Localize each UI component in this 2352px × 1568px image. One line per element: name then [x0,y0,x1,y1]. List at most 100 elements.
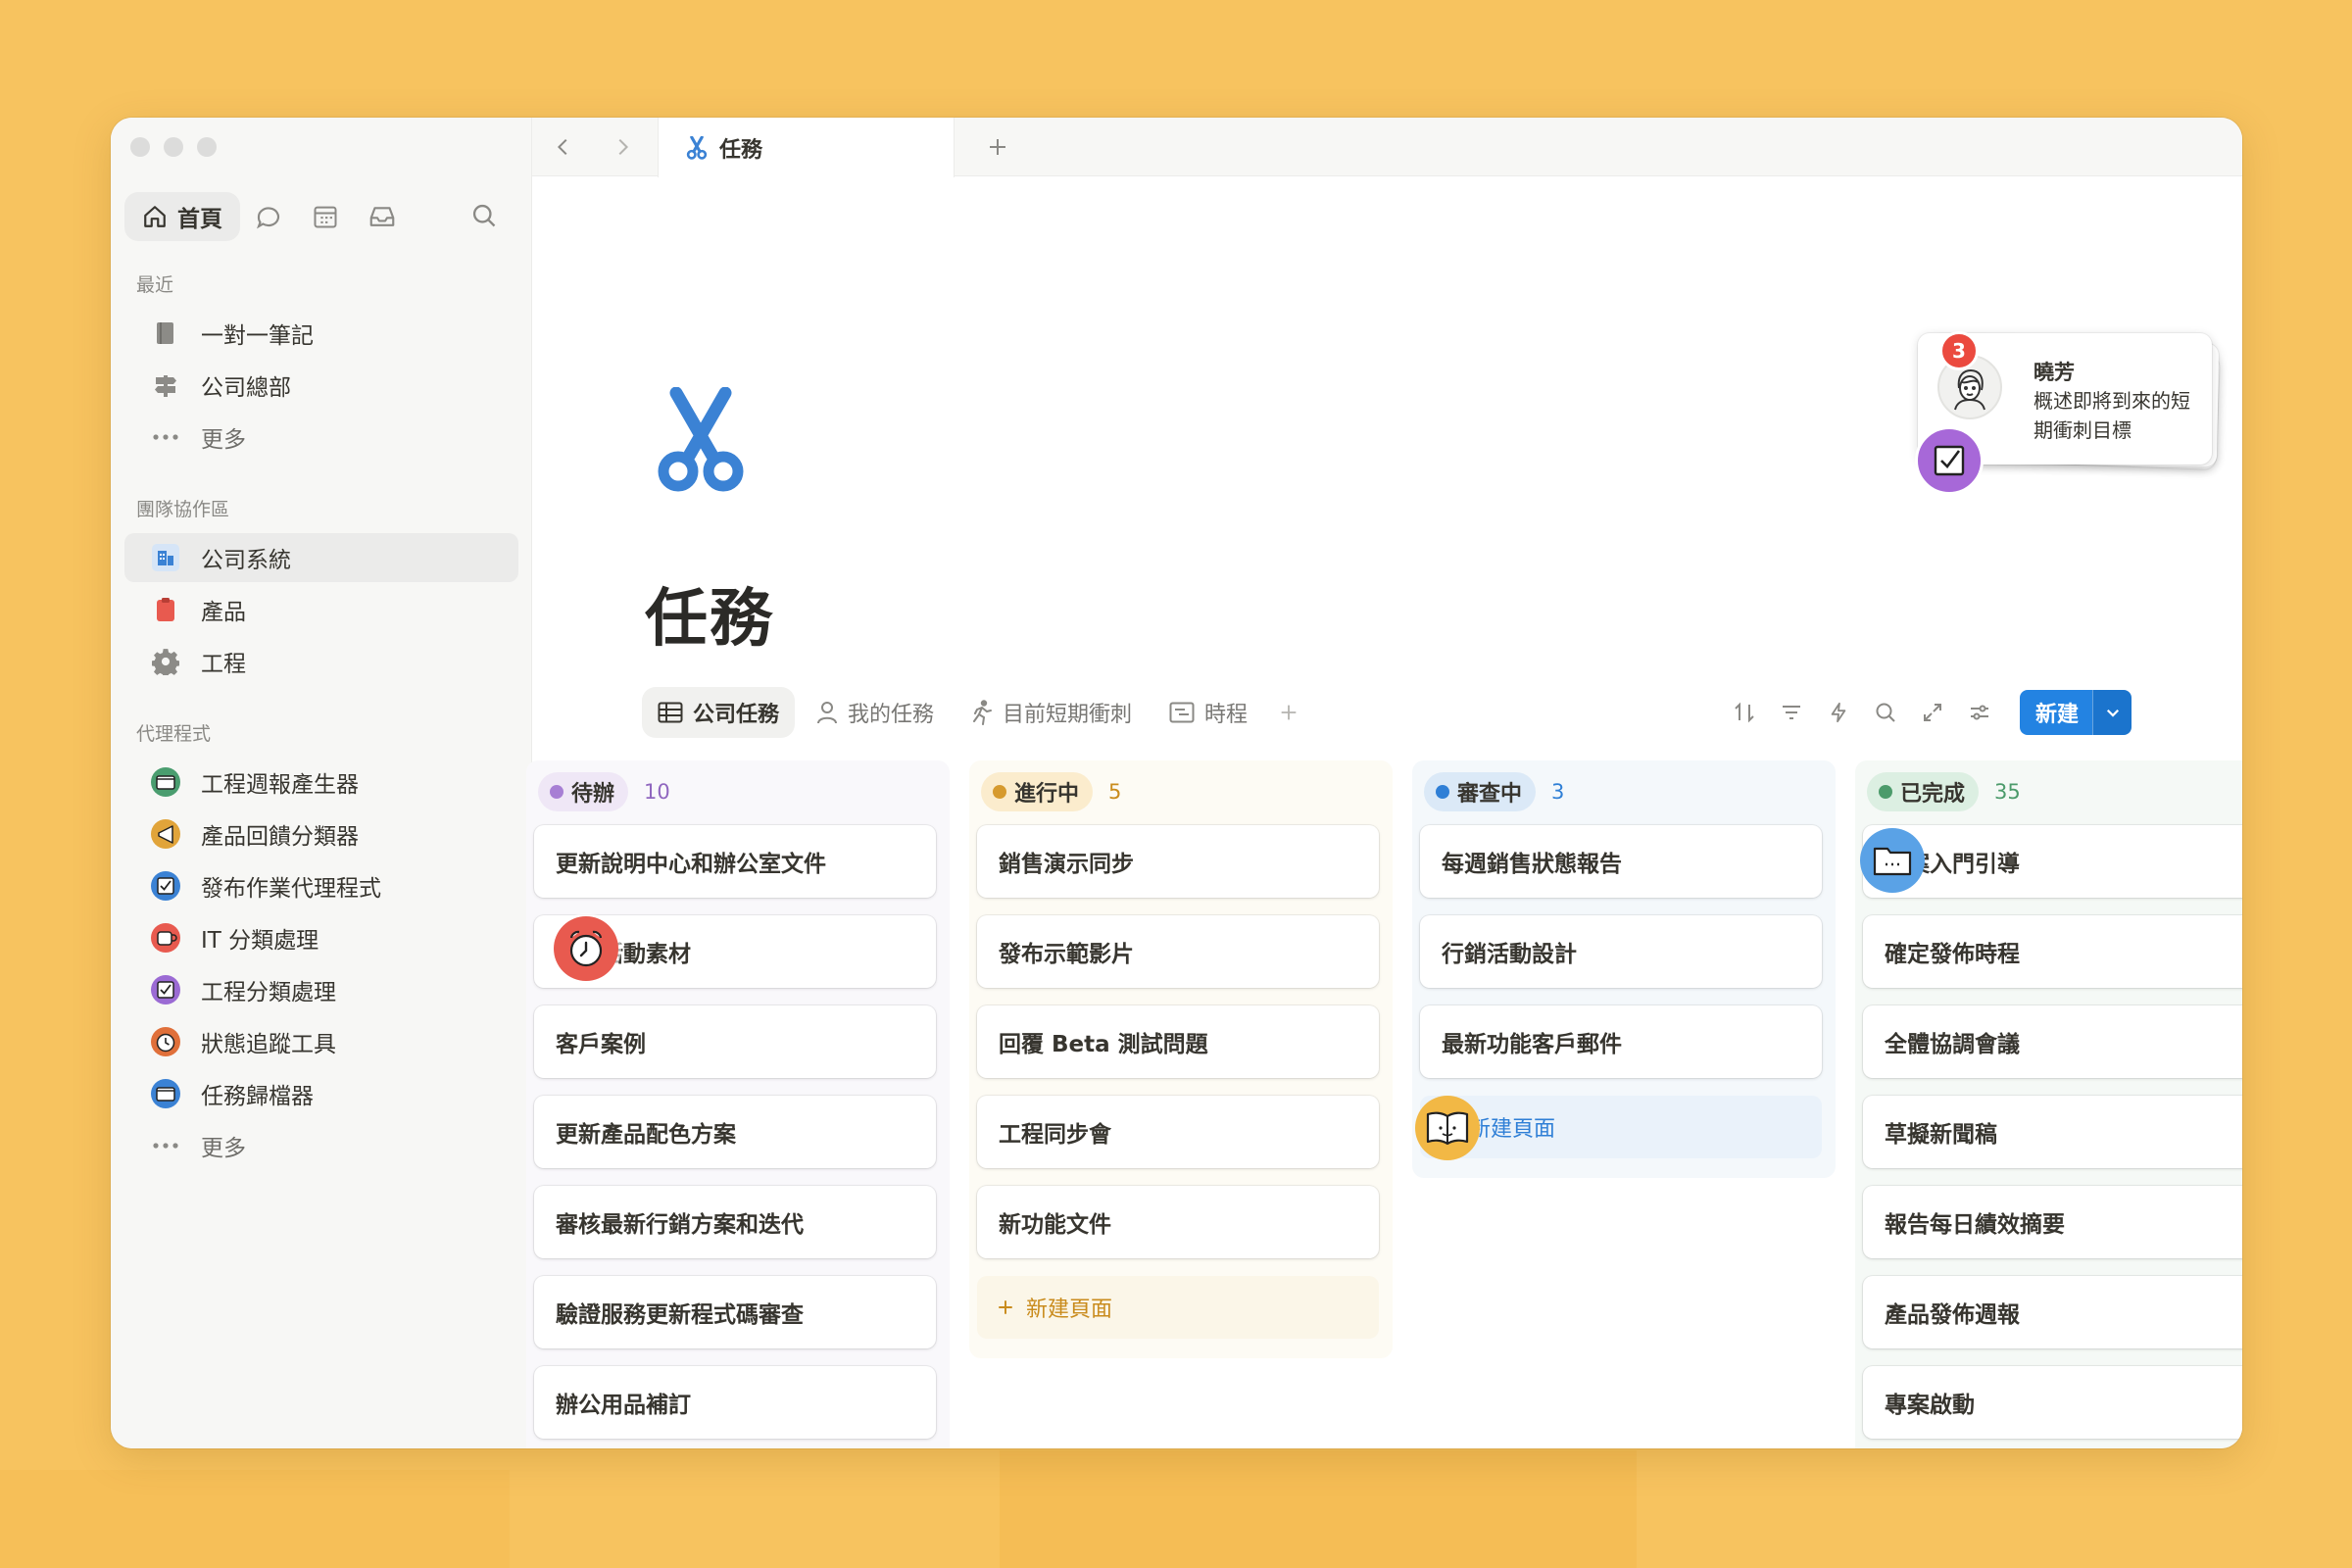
board-column: 進行中 5 銷售演示同步 發布示範影片回覆 Beta 測試問題工程同步會新功能文件新建… [969,760,1393,1358]
plus-icon [1281,705,1297,720]
forward-button[interactable] [603,127,642,167]
calendar-button[interactable] [297,192,354,241]
task-card[interactable]: 更新產品配色方案 [534,1096,936,1168]
home-button[interactable]: 首頁 [124,192,240,241]
sidebar-item-label: IT 分類處理 [201,928,319,954]
settings-button[interactable] [1963,690,1996,735]
ellipsis-icon [150,1130,181,1161]
column-count: 3 [1551,780,1565,804]
task-card[interactable]: 每週銷售狀態報告 [1420,825,1822,898]
sidebar-item-status-tracker[interactable]: 狀態追蹤工具 [124,1017,518,1066]
status-pill: 審查中 [1424,772,1537,811]
sidebar-item-label: 產品 [201,600,246,625]
column-header[interactable]: 進行中 5 [981,772,1121,811]
close-window-button[interactable] [130,137,150,157]
search-icon [472,204,496,227]
timeline-icon [1169,702,1195,723]
sidebar-item-one-on-one[interactable]: 一對一筆記 [124,309,518,358]
sidebar-search-button[interactable] [460,191,509,240]
add-view-button[interactable] [1269,687,1308,738]
sidebar-item-feedback-classifier[interactable]: 產品回饋分類器 [124,809,518,858]
zoom-window-button[interactable] [197,137,217,157]
new-tab-button[interactable] [978,127,1017,167]
task-card-title: 回覆 Beta 測試問題 [999,1032,1208,1057]
task-card[interactable]: 產品發佈週報 [1863,1276,2242,1348]
agent-checkbox-avatar[interactable] [1915,426,1984,495]
task-card-title: 審核最新行銷方案和迭代 [556,1212,804,1238]
sort-button[interactable] [1728,690,1761,735]
task-card[interactable]: 報告每日績效摘要 [1863,1186,2242,1258]
task-card[interactable]: 驗證服務更新程式碼審查 [534,1276,936,1348]
sidebar-item-eng-weekly-generator[interactable]: 工程週報產生器 [124,758,518,807]
sidebar-item-release-agent[interactable]: 發布作業代理程式 [124,861,518,910]
minimize-window-button[interactable] [164,137,183,157]
view-tabs: 公司任務 我的任務 目前短期衝刺 時程 [642,687,1308,738]
task-card[interactable]: 行銷活動設計 [1420,915,1822,988]
column-header[interactable]: 已完成 35 [1867,772,2021,811]
sidebar-item-agents-more[interactable]: 更多 [124,1121,518,1170]
agents-section-label: 代理程式 [136,723,212,745]
view-tab-label: 我的任務 [848,703,935,727]
expand-button[interactable] [1916,690,1949,735]
filter-icon [1783,706,1800,719]
checkbox-agent-icon [150,870,181,902]
sidebar-item-label: 一對一筆記 [201,323,314,349]
sidebar-item-company-system[interactable]: 公司系統 [124,533,518,582]
filter-button[interactable] [1775,690,1808,735]
sidebar-item-engineering[interactable]: 工程 [124,637,518,686]
view-tab-timeline[interactable]: 時程 [1153,687,1263,738]
task-card[interactable]: 發布示範影片 [977,915,1379,988]
status-label: 待辦 [571,782,615,807]
sidebar-item-recent-more[interactable]: 更多 [124,413,518,462]
column-count: 35 [1994,780,2021,804]
task-card[interactable]: 更新說明中心和辦公室文件 [534,825,936,898]
task-card[interactable]: 回覆 Beta 測試問題 [977,1005,1379,1078]
view-tab-my-tasks[interactable]: 我的任務 [801,687,950,738]
add-new-page-button[interactable]: 新建頁面 [1420,1096,1822,1158]
recent-section-label: 最近 [136,274,174,296]
task-card[interactable]: 草擬新聞稿 [1863,1096,2242,1168]
sidebar-item-eng-triage[interactable]: 工程分類處理 [124,965,518,1014]
home-icon [144,206,166,227]
view-tab-current-sprint[interactable]: 目前短期衝刺 [956,687,1148,738]
new-button[interactable]: 新建 [2020,690,2093,735]
add-new-page-button[interactable]: 新建頁面 [977,1276,1379,1339]
sidebar-item-task-archiver[interactable]: 任務歸檔器 [124,1069,518,1118]
clipboard-icon [150,594,181,625]
column-header[interactable]: 待辦 10 [538,772,670,811]
sidebar-item-product[interactable]: 產品 [124,585,518,634]
sidebar-item-headquarters[interactable]: 公司總部 [124,361,518,410]
app-window: 首頁 最近 一對一筆記 公司總部 更多 團隊協作區 公司系統 產品 工程 代理程… [111,118,2242,1448]
task-card[interactable]: 客戶案例 [534,1005,936,1078]
cup-agent-icon [150,922,181,954]
page-title[interactable]: 任務 [645,568,774,659]
task-card[interactable]: 銷售演示同步 [977,825,1379,898]
automation-button[interactable] [1822,690,1855,735]
task-card[interactable]: 確定發佈時程 [1863,915,2242,988]
task-card-title: 更新產品配色方案 [556,1122,736,1148]
task-card[interactable]: 工程同步會 [977,1096,1379,1168]
inbox-button[interactable] [354,192,411,241]
column-header[interactable]: 審查中 3 [1424,772,1564,811]
task-card-title: 行銷活動設計 [1442,942,1577,967]
chevron-down-icon [2106,709,2119,717]
collaborator-clock-avatar[interactable] [554,916,618,981]
back-button[interactable] [544,127,583,167]
task-card[interactable]: 專案啟動 [1863,1366,2242,1439]
task-card[interactable]: 全體協調會議 [1863,1005,2242,1078]
sort-icon [1735,702,1754,723]
sidebar-item-it-triage[interactable]: IT 分類處理 [124,913,518,962]
task-card[interactable]: 最新功能客戶郵件 [1420,1005,1822,1078]
board-search-button[interactable] [1869,690,1902,735]
chat-button[interactable] [240,192,297,241]
tab-tasks[interactable]: 任務 [658,118,955,177]
sidebar-item-label: 任務歸檔器 [201,1084,314,1109]
task-card[interactable]: 辦公用品補訂 [534,1366,936,1439]
new-options-button[interactable] [2092,690,2132,735]
task-card[interactable]: 新功能文件 [977,1186,1379,1258]
task-card[interactable]: 審核最新行銷方案和迭代 [534,1186,936,1258]
view-tab-company-tasks[interactable]: 公司任務 [642,687,796,738]
page-emoji-scissors-icon[interactable] [655,386,747,497]
collaborator-book-avatar[interactable] [1415,1096,1480,1160]
collaborator-folder-avatar[interactable] [1860,828,1925,893]
